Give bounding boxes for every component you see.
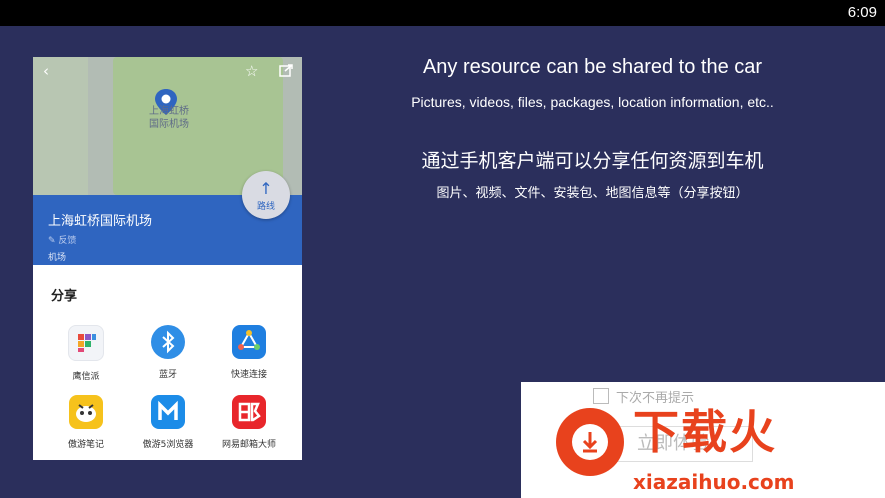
subtitle-chinese: 图片、视频、文件、安装包、地图信息等（分享按钮）: [436, 186, 749, 201]
maxthon-note-icon: [69, 395, 103, 429]
watermark-url: xiazaihuo.com: [633, 470, 795, 494]
map-place-label: 上海虹桥 国际机场: [149, 106, 189, 130]
poi-category: 机场: [48, 253, 67, 263]
yingxinpai-icon: [68, 325, 104, 361]
download-icon: [582, 432, 598, 453]
share-app-netease-mail[interactable]: 网易邮箱大师: [209, 395, 289, 450]
share-app-maxthon-note[interactable]: 傲游笔记: [46, 395, 126, 450]
poi-name: 上海虹桥国际机场: [48, 214, 153, 229]
watermark-brand: 下载火: [633, 405, 777, 459]
dont-show-again-checkbox[interactable]: [593, 388, 609, 404]
share-app-quick-connect[interactable]: 快速连接: [209, 325, 289, 380]
bluetooth-icon: [151, 325, 185, 359]
star-icon[interactable]: ☆: [245, 62, 258, 80]
quick-connect-icon: [232, 325, 266, 359]
share-icon[interactable]: [279, 63, 294, 77]
share-sheet: 分享 鹰信派 蓝牙 快速连接 傲游笔记 傲游5浏览器 网易邮箱大师: [33, 265, 302, 460]
phone-screenshot: 上海虹桥 国际机场 ‹ ☆ ↑ 路线 上海虹桥国际机场 ✎ 反馈 机场 分享 鹰…: [33, 57, 302, 460]
watermark-overlay: 下次不再提示 立即体验 下载火 xiazaihuo.com: [521, 382, 885, 498]
maxthon-browser-icon: [151, 395, 185, 429]
clock: 6:09: [847, 4, 877, 21]
feedback-link[interactable]: ✎ 反馈: [48, 233, 76, 246]
subtitle-english: Pictures, videos, files, packages, locat…: [411, 94, 774, 110]
headline-chinese: 通过手机客户端可以分享任何资源到车机: [421, 150, 764, 172]
share-app-bluetooth[interactable]: 蓝牙: [128, 325, 208, 380]
headline-english: Any resource can be shared to the car: [422, 56, 763, 78]
share-app-yingxinpai[interactable]: 鹰信派: [46, 325, 126, 382]
status-bar: 6:09: [0, 0, 885, 26]
share-title: 分享: [51, 289, 78, 304]
chevron-left-icon[interactable]: ‹: [43, 62, 49, 80]
route-arrow-icon: ↑: [259, 179, 273, 198]
route-button[interactable]: ↑ 路线: [242, 171, 290, 219]
netease-mail-icon: [232, 395, 266, 429]
share-app-maxthon-browser[interactable]: 傲游5浏览器: [128, 395, 208, 450]
edit-icon: ✎: [48, 236, 56, 246]
